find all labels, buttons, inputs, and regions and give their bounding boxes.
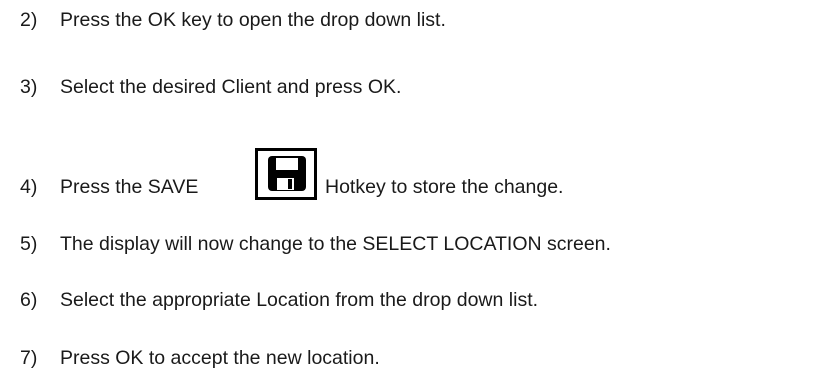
step-number: 4) [20,176,38,198]
step-number: 2) [20,9,38,31]
step-text-after-icon: Hotkey to store the change. [325,176,564,198]
step-number: 7) [20,347,38,369]
step-text: Select the appropriate Location from the… [60,289,539,311]
step-text: Press OK to accept the new location. [60,347,380,369]
step-6: 6) Select the appropriate Location from t… [20,288,538,312]
save-floppy-icon [255,148,317,200]
step-text-before-icon: Press the SAVE [60,176,199,198]
step-5: 5) The display will now change to the SEL… [20,232,611,256]
step-text: Press the OK key to open the drop down l… [60,9,446,31]
step-text: The display will now change to the SELEC… [60,233,611,255]
step-2: 2) Press the OK key to open the drop down… [20,8,446,32]
step-text: Select the desired Client and press OK. [60,76,402,98]
step-number: 3) [20,76,38,98]
step-number: 6) [20,289,38,311]
step-4: 4) Press the SAVE [20,175,198,199]
step-number: 5) [20,233,38,255]
step-7: 7) Press OK to accept the new location. [20,346,380,370]
step-3: 3) Select the desired Client and press OK… [20,75,401,99]
